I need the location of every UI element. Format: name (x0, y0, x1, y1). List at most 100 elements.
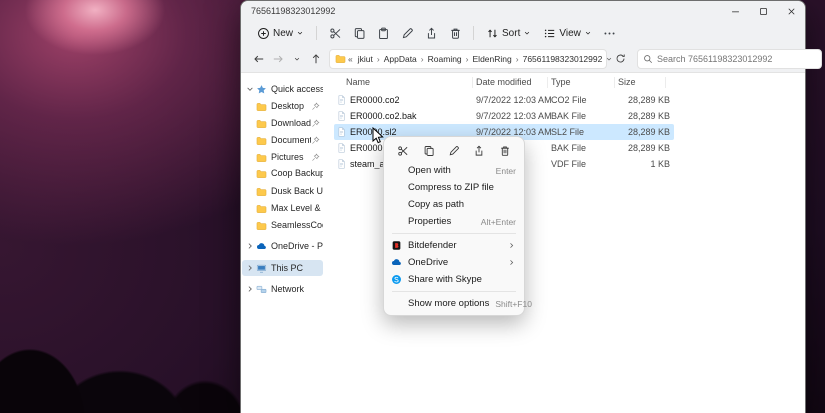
context-menu-quick-actions (387, 140, 521, 162)
context-share-button[interactable] (468, 142, 490, 159)
share-button[interactable] (419, 23, 443, 43)
sidebar-item-quick-access[interactable]: Quick access (242, 81, 323, 97)
context-menu-item-bitdefender[interactable]: Bitdefender (387, 237, 521, 254)
icon-slot (391, 165, 402, 176)
copy-button[interactable] (347, 23, 371, 43)
sidebar-item-max-level[interactable]: Max Level & Every (242, 200, 323, 216)
context-menu-item-properties[interactable]: Properties Alt+Enter (387, 213, 521, 230)
icon-slot (391, 298, 402, 309)
sort-button[interactable]: Sort (480, 23, 537, 43)
sidebar-item-dusk-back-up[interactable]: Dusk Back Up (242, 183, 323, 199)
sidebar-item-pictures[interactable]: Pictures (242, 149, 323, 165)
column-header-type[interactable]: Type (551, 77, 571, 87)
column-divider[interactable] (472, 77, 473, 88)
file-icon (336, 142, 347, 154)
back-button[interactable] (250, 50, 267, 68)
icon-slot (391, 182, 402, 193)
close-button[interactable] (777, 1, 805, 21)
context-rename-button[interactable] (443, 142, 465, 159)
address-breadcrumb-bar[interactable]: « jkiut › AppData › Roaming › EldenRing … (329, 48, 607, 69)
chevron-right-icon[interactable] (245, 284, 255, 294)
cut-icon (329, 27, 342, 40)
chevron-right-icon[interactable] (245, 263, 255, 273)
folder-icon (256, 168, 267, 179)
column-header-size[interactable]: Size (618, 77, 636, 87)
column-divider[interactable] (614, 77, 615, 88)
refresh-button[interactable] (612, 50, 629, 68)
title-bar[interactable]: 76561198323012992 (241, 1, 805, 21)
column-divider[interactable] (547, 77, 548, 88)
breadcrumb-item[interactable]: AppData (381, 54, 420, 64)
wallpaper-tree-silhouette (0, 263, 250, 413)
maximize-button[interactable] (749, 1, 777, 21)
skype-icon (391, 274, 402, 285)
close-icon (786, 6, 797, 17)
file-icon (336, 126, 347, 138)
breadcrumb-overflow[interactable]: « (346, 54, 355, 64)
sidebar-item-desktop[interactable]: Desktop (242, 98, 323, 114)
context-menu-item-copy-as-path[interactable]: Copy as path (387, 196, 521, 213)
sidebar-item-documents[interactable]: Documents (242, 132, 323, 148)
context-delete-button[interactable] (494, 142, 516, 159)
paste-button[interactable] (371, 23, 395, 43)
file-row[interactable]: ER0000.co2 9/7/2022 12:03 AM CO2 File 28… (334, 92, 674, 108)
context-menu-item-onedrive[interactable]: OneDrive (387, 254, 521, 271)
sidebar-item-onedrive[interactable]: OneDrive - Personal (242, 238, 323, 254)
context-menu-item-share-skype[interactable]: Share with Skype (387, 271, 521, 288)
context-menu-item-compress-zip[interactable]: Compress to ZIP file (387, 179, 521, 196)
search-icon (643, 54, 653, 64)
column-header-name[interactable]: Name (346, 77, 370, 87)
rename-icon (401, 27, 414, 40)
sidebar-item-this-pc[interactable]: This PC (242, 260, 323, 276)
menu-separator (392, 233, 516, 234)
paste-icon (377, 27, 390, 40)
pin-icon (311, 136, 320, 145)
folder-icon (256, 203, 267, 214)
folder-icon (256, 220, 267, 231)
breadcrumb-item[interactable]: EldenRing (470, 54, 515, 64)
view-label: View (559, 27, 581, 39)
cut-button[interactable] (323, 23, 347, 43)
new-button[interactable]: New (251, 23, 310, 43)
chevron-right-icon[interactable] (245, 241, 255, 251)
sort-icon (486, 27, 499, 40)
delete-button[interactable] (443, 23, 467, 43)
column-divider[interactable] (665, 77, 666, 88)
chevron-right-icon (507, 258, 516, 267)
column-header-date[interactable]: Date modified (476, 77, 532, 87)
breadcrumb-item[interactable]: jkiut (355, 54, 376, 64)
sort-label: Sort (502, 27, 521, 39)
sidebar-item-network[interactable]: Network (242, 281, 323, 297)
share-icon (425, 27, 438, 40)
view-button[interactable]: View (537, 23, 598, 43)
search-input[interactable] (657, 53, 816, 64)
this-pc-monitor-icon (256, 263, 267, 274)
chevron-down-icon[interactable] (245, 84, 255, 94)
context-menu-item-show-more-options[interactable]: Show more options Shift+F10 (387, 295, 532, 312)
back-arrow-icon (253, 53, 265, 65)
delete-icon (499, 145, 511, 157)
more-options-button[interactable] (598, 23, 622, 43)
recent-locations-button[interactable] (288, 50, 305, 68)
breadcrumb-item[interactable]: 76561198323012992 (520, 54, 606, 64)
file-icon (336, 158, 347, 170)
cut-icon (397, 145, 409, 157)
sidebar-item-coop-backup[interactable]: Coop Backup (242, 165, 323, 181)
onedrive-cloud-icon (391, 257, 402, 268)
sidebar-item-seamlesscoop[interactable]: SeamlessCoop (242, 217, 323, 233)
delete-icon (449, 27, 462, 40)
file-row[interactable]: ER0000.co2.bak 9/7/2022 12:03 AM BAK Fil… (334, 108, 674, 124)
sidebar-item-downloads[interactable]: Downloads (242, 115, 323, 131)
window-title: 76561198323012992 (251, 6, 336, 16)
breadcrumb-item[interactable]: Roaming (425, 54, 465, 64)
onedrive-cloud-icon (256, 241, 267, 252)
file-icon (336, 94, 347, 106)
rename-button[interactable] (395, 23, 419, 43)
context-menu-item-open-with[interactable]: Open with Enter (387, 162, 521, 179)
forward-button[interactable] (269, 50, 286, 68)
ellipsis-icon (603, 27, 616, 40)
context-copy-button[interactable] (418, 142, 440, 159)
context-cut-button[interactable] (392, 142, 414, 159)
minimize-button[interactable] (721, 1, 749, 21)
up-button[interactable] (307, 50, 324, 68)
